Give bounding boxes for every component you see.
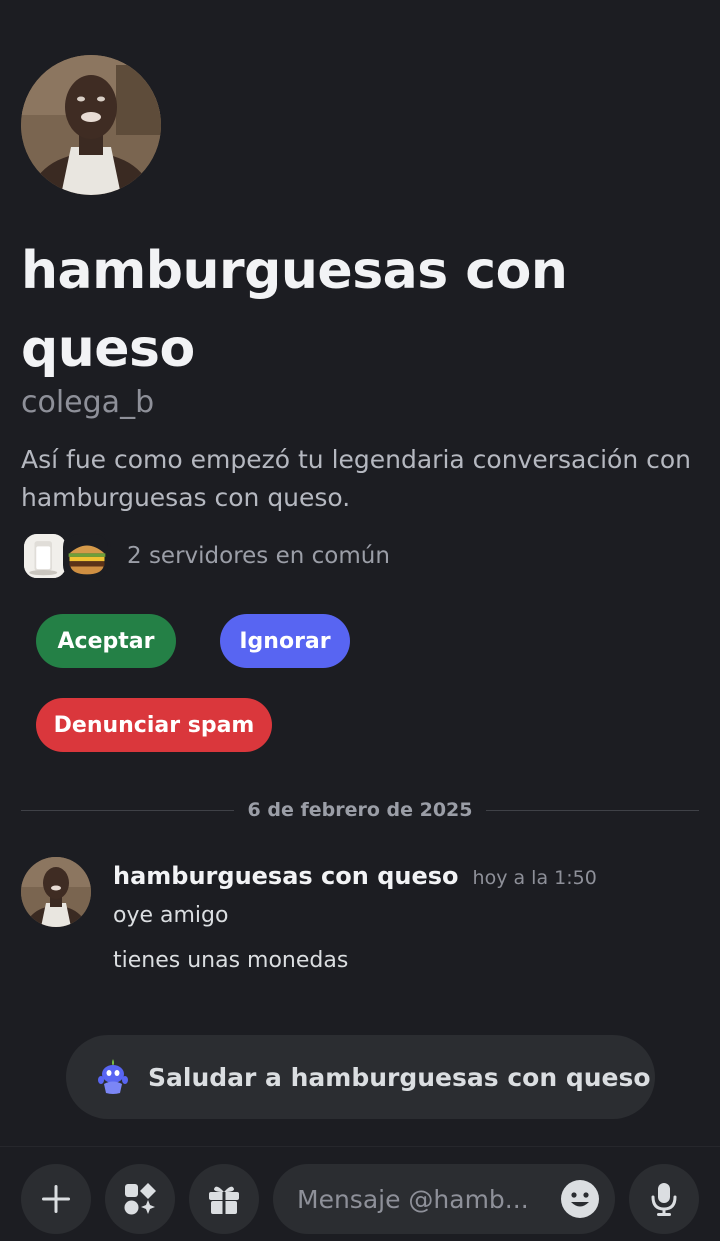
- server-icon-milk: [21, 531, 69, 581]
- profile-username: colega_b: [21, 385, 155, 420]
- server-icon-burger: [63, 531, 111, 581]
- avatar-image: [21, 857, 91, 927]
- accept-button[interactable]: Aceptar: [36, 614, 176, 668]
- message-input-placeholder: Mensaje @hamb...: [297, 1184, 529, 1214]
- wave-label: Saludar a hamburguesas con queso: [148, 1062, 651, 1092]
- mutual-servers-label: 2 servidores en común: [127, 543, 390, 569]
- dm-screen: hamburguesas con queso colega_b Así fue …: [0, 0, 720, 1241]
- message-input[interactable]: Mensaje @hamb...: [273, 1164, 615, 1234]
- divider-date: 6 de febrero de 2025: [247, 799, 473, 821]
- emoji-icon[interactable]: [560, 1179, 600, 1219]
- divider-line-right: [486, 809, 699, 811]
- ignore-button[interactable]: Ignorar: [220, 614, 350, 668]
- message-text[interactable]: tienes unas monedas: [113, 948, 348, 973]
- add-attachment-button[interactable]: [21, 1164, 91, 1234]
- message-timestamp: hoy a la 1:50: [472, 867, 597, 889]
- wumpus-wave-icon: [98, 1059, 128, 1094]
- message-header: hamburguesas con queso hoy a la 1:50: [113, 862, 597, 890]
- gift-icon: [209, 1186, 239, 1214]
- composer-separator: [0, 1146, 720, 1147]
- avatar-image: [21, 55, 161, 195]
- gift-button[interactable]: [189, 1164, 259, 1234]
- wave-to-user-button[interactable]: Saludar a hamburguesas con queso: [66, 1035, 655, 1119]
- plus-icon: [42, 1185, 70, 1213]
- profile-avatar[interactable]: [21, 55, 161, 195]
- apps-button[interactable]: [105, 1164, 175, 1234]
- apps-icon: [124, 1183, 156, 1215]
- burger-icon: [66, 534, 108, 578]
- microphone-icon: [651, 1183, 677, 1216]
- milk-glass-icon: [24, 534, 66, 578]
- date-divider: 6 de febrero de 2025: [21, 796, 699, 824]
- conversation-intro-text: Así fue como empezó tu legendaria conver…: [21, 445, 692, 512]
- message-author[interactable]: hamburguesas con queso: [113, 862, 459, 890]
- divider-line-left: [21, 809, 234, 811]
- profile-display-name: hamburguesas con queso: [21, 241, 568, 379]
- voice-message-button[interactable]: [629, 1164, 699, 1234]
- message-author-avatar[interactable]: [21, 857, 91, 927]
- mutual-servers[interactable]: 2 servidores en común: [21, 530, 390, 582]
- report-spam-button[interactable]: Denunciar spam: [36, 698, 272, 752]
- message-text[interactable]: oye amigo: [113, 903, 228, 928]
